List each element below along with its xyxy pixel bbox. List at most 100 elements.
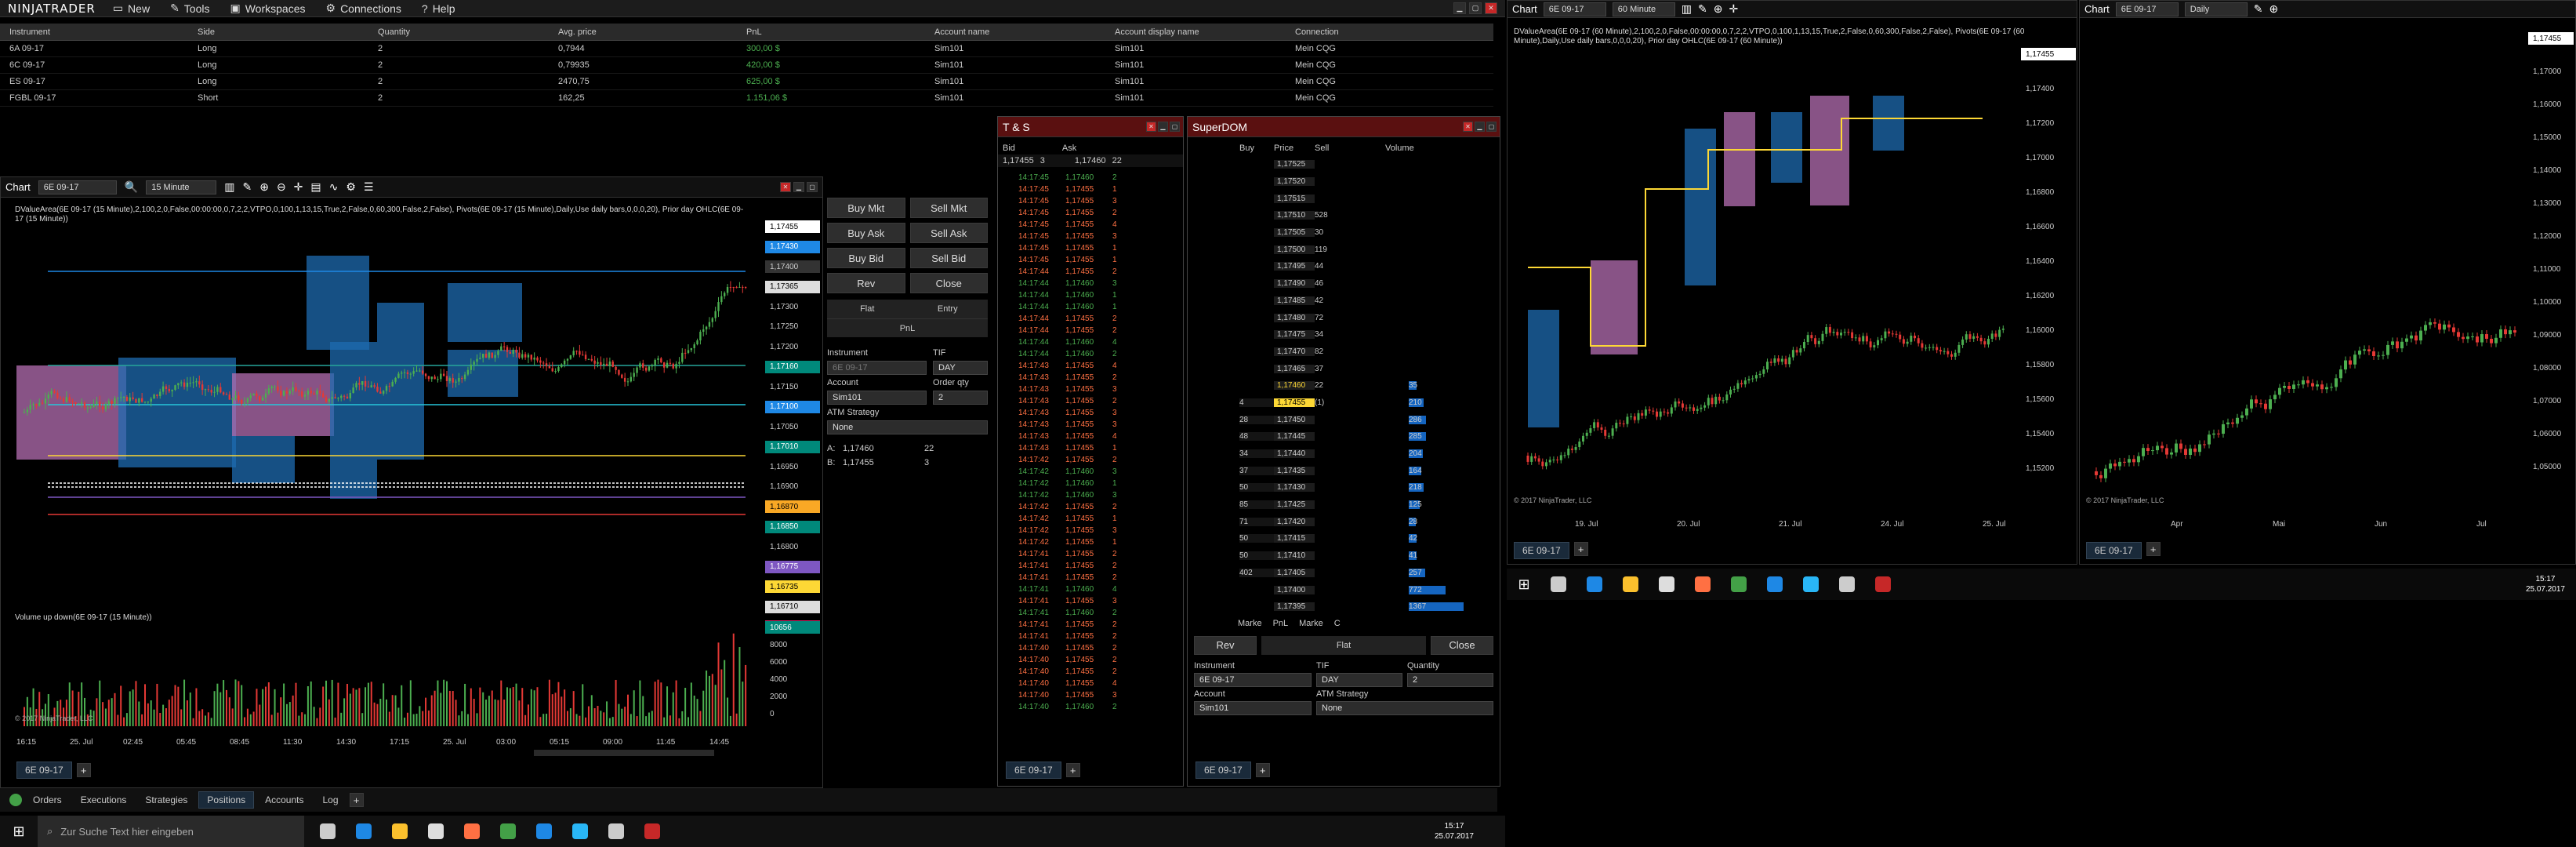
dom-market-buy[interactable]: Marke	[1238, 619, 1262, 628]
dom-sell-cell[interactable]: 119	[1315, 245, 1385, 254]
dom-row[interactable]: 1,17480 72	[1239, 309, 1500, 326]
maximize-icon[interactable]: ▢	[1469, 2, 1482, 14]
chart2-price-panel[interactable]	[1512, 48, 2011, 518]
chart2-add-tab-icon[interactable]: +	[1573, 542, 1588, 556]
mail-icon[interactable]	[527, 817, 561, 845]
dom-sell-cell[interactable]: 30	[1315, 228, 1385, 237]
account-select[interactable]: Sim101	[827, 391, 927, 405]
sell-mkt-button[interactable]: Sell Mkt	[909, 198, 988, 218]
indicators-icon[interactable]: ∿	[329, 180, 339, 194]
dom-row[interactable]: 1,17485 42	[1239, 293, 1500, 310]
dom-row[interactable]: 1,17395 1367	[1239, 598, 1500, 616]
menu-workspaces[interactable]: ▣ Workspaces	[227, 2, 322, 15]
dom-volume-cell[interactable]: 164	[1409, 466, 1422, 475]
positions-col-header[interactable]: Side	[188, 27, 368, 37]
dom-volume-cell[interactable]: 1367	[1409, 602, 1464, 612]
dom-buy-cell[interactable]: 48	[1239, 432, 1274, 442]
dom-row[interactable]: 1,17510 528	[1239, 207, 1500, 224]
dom-volume-cell[interactable]: 35	[1409, 381, 1417, 391]
dom-buy-cell[interactable]: 34	[1239, 449, 1274, 459]
chart1-min-icon[interactable]: ▁	[793, 182, 804, 192]
windows-start-icon[interactable]: ⊞	[0, 823, 38, 840]
buy-bid-button[interactable]: Buy Bid	[827, 248, 905, 268]
dom-volume-cell[interactable]: 772	[1409, 585, 1446, 594]
firefox-icon[interactable]	[1685, 570, 1720, 598]
rev-button[interactable]: Rev	[827, 273, 905, 293]
dom-buy-cell[interactable]: 50	[1239, 534, 1274, 543]
dom-rev-button[interactable]: Rev	[1194, 635, 1257, 655]
draw-icon[interactable]: ✎	[242, 180, 252, 194]
chart3-draw-icon[interactable]: ✎	[2254, 2, 2263, 16]
cc-tab-accounts[interactable]: Accounts	[257, 791, 311, 809]
dom-row[interactable]: 50 1,17410 41	[1239, 547, 1500, 565]
dom-row[interactable]: 1,17500 119	[1239, 241, 1500, 258]
dom-row[interactable]: 50 1,17415 42	[1239, 530, 1500, 547]
dom-row[interactable]: 1,17495 44	[1239, 258, 1500, 275]
menu-tools[interactable]: ✎ Tools	[167, 2, 227, 15]
zoom-in-icon[interactable]: ⊕	[259, 180, 269, 194]
store-icon[interactable]	[1649, 570, 1684, 598]
dom-row[interactable]: 48 1,17445 285	[1239, 428, 1500, 445]
dom-row[interactable]: 1,17505 30	[1239, 224, 1500, 242]
menu-help[interactable]: ? Help	[419, 2, 473, 15]
cc-add-tab-icon[interactable]: +	[349, 793, 364, 807]
chart1-interval-select[interactable]: 15 Minute	[146, 180, 217, 194]
chart2-instrument-select[interactable]: 6E 09-17	[1543, 2, 1606, 16]
dom-close-icon[interactable]: ✕	[1463, 122, 1473, 132]
qty-stepper[interactable]: 2	[933, 391, 988, 405]
positions-col-header[interactable]: PnL	[737, 27, 925, 37]
dom-buy-cell[interactable]: 50	[1239, 551, 1274, 561]
dom-buy-cell[interactable]: 402	[1239, 568, 1274, 577]
chrome-icon[interactable]	[491, 817, 525, 845]
dom-add-tab-icon[interactable]: +	[1255, 763, 1270, 777]
dom-row[interactable]: 1,17490 46	[1239, 275, 1500, 293]
taskbar-clock[interactable]: 15:17 25.07.2017	[1435, 821, 1505, 842]
chart-app-icon[interactable]	[1830, 570, 1864, 598]
tif-select[interactable]: DAY	[933, 361, 988, 375]
dom-row[interactable]: 1,17515	[1239, 190, 1500, 207]
taskbar-search[interactable]: ⌕ Zur Suche Text hier eingeben	[38, 816, 304, 847]
crosshair-icon[interactable]: ✛	[294, 180, 303, 194]
chart1-max-icon[interactable]: ▢	[807, 182, 818, 192]
table-row[interactable]: 6C 09-17 Long 2 0,79935 420,00 $ Sim101 Sim101…	[0, 57, 1493, 74]
chart3-add-tab-icon[interactable]: +	[2146, 542, 2161, 556]
dom-buy-cell[interactable]: 71	[1239, 517, 1274, 526]
dom-qty-stepper[interactable]: 2	[1407, 672, 1493, 687]
chart3-tab[interactable]: 6E 09-17	[2086, 542, 2142, 559]
dom-sell-cell[interactable]: 82	[1315, 347, 1385, 356]
dom-row[interactable]: 1,17465 37	[1239, 360, 1500, 377]
search-icon[interactable]: 🔍	[125, 180, 138, 194]
chart3-instrument-select[interactable]: 6E 09-17	[2115, 2, 2179, 16]
dom-sell-cell[interactable]: 22	[1315, 381, 1385, 390]
buy-ask-button[interactable]: Buy Ask	[827, 223, 905, 243]
chart2-tab[interactable]: 6E 09-17	[1514, 542, 1569, 559]
table-row[interactable]: FGBL 09-17 Short 2 162,25 1.151,06 $ Sim101 Si…	[0, 90, 1493, 107]
ts-max-icon[interactable]: ▢	[1170, 122, 1180, 132]
mail-icon[interactable]	[1758, 570, 1792, 598]
skype-icon[interactable]	[563, 817, 597, 845]
cc-tab-strategies[interactable]: Strategies	[137, 791, 195, 809]
chart2-draw-icon[interactable]: ✎	[1698, 2, 1707, 16]
dom-sell-cell[interactable]: 46	[1315, 279, 1385, 288]
sell-ask-button[interactable]: Sell Ask	[909, 223, 988, 243]
cc-tab-orders[interactable]: Orders	[25, 791, 70, 809]
ninjatrader-icon[interactable]	[635, 817, 669, 845]
table-row[interactable]: 6A 09-17 Long 2 0,7944 300,00 $ Sim101 Sim101 M…	[0, 41, 1493, 57]
ninjatrader-icon[interactable]	[1866, 570, 1900, 598]
chart2-interval-select[interactable]: 60 Minute	[1612, 2, 1675, 16]
dom-volume-cell[interactable]: 210	[1409, 398, 1424, 407]
task-view-icon[interactable]	[310, 817, 345, 845]
dom-volume-cell[interactable]: 257	[1409, 568, 1425, 577]
skype-icon[interactable]	[1794, 570, 1828, 598]
cc-tab-log[interactable]: Log	[314, 791, 346, 809]
ts-add-tab-icon[interactable]: +	[1065, 763, 1080, 777]
dom-buy-cell[interactable]: 37	[1239, 466, 1274, 475]
dom-row[interactable]: 28 1,17450 286	[1239, 411, 1500, 428]
instrument-select[interactable]: 6E 09-17	[827, 361, 927, 375]
dom-account-select[interactable]: Sim101	[1194, 700, 1312, 715]
dom-sell-cell[interactable]: 528	[1315, 211, 1385, 220]
buy-mkt-button[interactable]: Buy Mkt	[827, 198, 905, 218]
chart3-price-panel[interactable]	[2084, 32, 2523, 518]
chart2-bar-type-icon[interactable]: ▥	[1682, 2, 1692, 16]
dom-row[interactable]: 1,17475 34	[1239, 326, 1500, 344]
